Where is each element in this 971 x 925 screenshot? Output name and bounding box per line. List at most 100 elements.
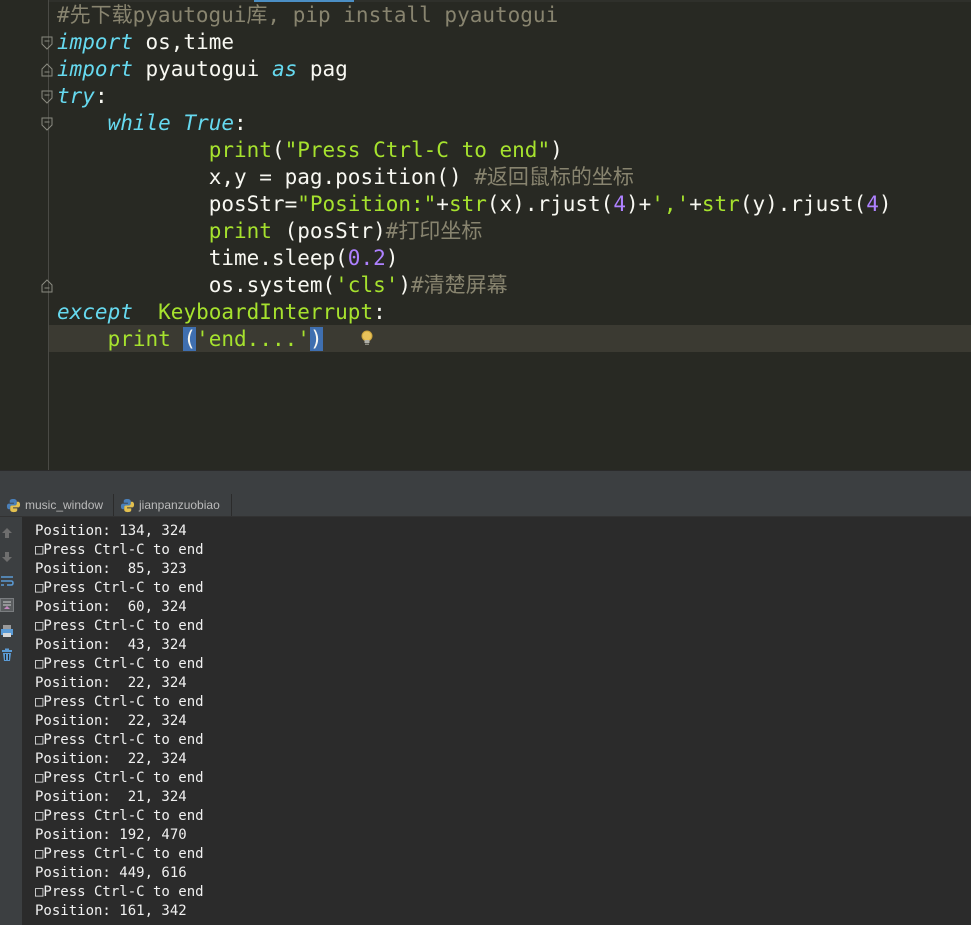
code-token: ): [309, 327, 323, 351]
console-line: □Press Ctrl-C to end: [35, 580, 204, 596]
python-icon: [6, 498, 21, 512]
run-console[interactable]: Position: 134, 324 □Press Ctrl-C to end Po…: [23, 517, 971, 925]
code-token: os,time: [132, 30, 235, 54]
console-line: □Press Ctrl-C to end: [35, 808, 204, 824]
console-line: □Press Ctrl-C to end: [35, 846, 204, 862]
fold-icon[interactable]: [41, 63, 53, 77]
code-token: )+: [625, 192, 652, 216]
code-token: import: [57, 57, 133, 81]
console-line: Position: 22, 324: [35, 713, 187, 729]
code-token: time.sleep(: [57, 246, 348, 270]
code-token: #先下载pyautogui库, pip install pyautogui: [57, 3, 559, 27]
console-line: Position: 21, 324: [35, 789, 187, 805]
code-line[interactable]: except KeyboardInterrupt:: [57, 299, 892, 326]
code-token: :: [94, 84, 108, 108]
code-token: ): [878, 192, 892, 216]
console-line: □Press Ctrl-C to end: [35, 618, 204, 634]
code-token: (: [271, 138, 285, 162]
code-line[interactable]: try:: [57, 83, 892, 110]
code-token: print: [208, 219, 272, 243]
console-line: Position: 449, 616: [35, 865, 187, 881]
run-tab-label: jianpanzuobiao: [139, 498, 220, 512]
code-token: #打印坐标: [385, 219, 483, 243]
code-editor[interactable]: #先下载pyautogui库, pip install pyautogui imp…: [0, 0, 971, 470]
lightbulb-icon[interactable]: [360, 329, 374, 347]
fold-icon[interactable]: [41, 90, 53, 104]
arrow-down-icon[interactable]: [0, 549, 14, 563]
console-line: □Press Ctrl-C to end: [35, 542, 204, 558]
code-line[interactable]: time.sleep(0.2): [57, 245, 892, 272]
code-token: pyautogui: [132, 57, 272, 81]
panel-splitter[interactable]: [0, 470, 971, 495]
code-token: "Press Ctrl-C to end": [284, 138, 551, 162]
code-token: 4: [866, 192, 879, 216]
code-line[interactable]: print ('end....'): [57, 326, 892, 353]
run-tab-music-window[interactable]: music_window: [0, 494, 114, 516]
arrow-up-icon[interactable]: [0, 525, 14, 539]
code-token: :: [373, 300, 386, 324]
code-token: ): [550, 138, 563, 162]
fold-icon[interactable]: [41, 117, 53, 131]
soft-wrap-icon[interactable]: [0, 573, 14, 587]
code-token: pag: [297, 57, 348, 81]
print-icon[interactable]: [0, 623, 14, 637]
console-line: Position: 134, 324: [35, 523, 187, 539]
code-token: 'end....': [196, 327, 310, 351]
code-lines[interactable]: #先下载pyautogui库, pip install pyautogui imp…: [57, 2, 892, 353]
code-line[interactable]: posStr="Position:"+str(x).rjust(4)+','+s…: [57, 191, 892, 218]
code-token: as: [271, 57, 298, 81]
code-token: os.system(: [57, 273, 336, 297]
console-line: Position: 22, 324: [35, 675, 187, 691]
code-line[interactable]: x,y = pag.position() #返回鼠标的坐标: [57, 164, 892, 191]
code-token: except: [57, 300, 133, 324]
code-token: print: [208, 138, 272, 162]
run-tab-bar: music_window jianpanzuobiao: [0, 494, 971, 517]
fold-icon[interactable]: [41, 36, 53, 50]
code-token: +: [436, 192, 449, 216]
code-token: posStr=: [57, 192, 298, 216]
code-line[interactable]: while True:: [57, 110, 892, 137]
code-token: ',': [651, 192, 690, 216]
trash-icon[interactable]: [0, 647, 14, 661]
code-token: import: [57, 30, 133, 54]
code-token: (posStr): [271, 219, 386, 243]
code-token: True: [183, 111, 235, 135]
console-line: Position: 22, 324: [35, 751, 187, 767]
code-token: +: [689, 192, 702, 216]
run-toolbar: [0, 517, 23, 925]
fold-icon[interactable]: [41, 279, 53, 293]
console-line: □Press Ctrl-C to end: [35, 770, 204, 786]
code-line[interactable]: import pyautogui as pag: [57, 56, 892, 83]
code-token: ): [398, 273, 412, 297]
console-line: Position: 192, 470: [35, 827, 187, 843]
code-line[interactable]: print("Press Ctrl-C to end"): [57, 137, 892, 164]
code-token: :: [234, 111, 247, 135]
code-token: while: [107, 111, 171, 135]
code-token: #清楚屏幕: [411, 273, 508, 297]
code-token: 0.2: [347, 246, 386, 270]
code-token: (): [436, 165, 475, 189]
code-token: KeyboardInterrupt: [158, 300, 374, 324]
scroll-to-end-icon[interactable]: [0, 597, 14, 612]
code-token: #返回鼠标的坐标: [474, 165, 634, 189]
code-token: str: [448, 192, 487, 216]
run-tab-jianpanzuobiao[interactable]: jianpanzuobiao: [114, 494, 232, 516]
code-token: position: [335, 165, 437, 189]
code-token: x,y = pag.: [57, 165, 336, 189]
python-icon: [120, 498, 135, 512]
code-token: print: [107, 327, 171, 351]
console-line: □Press Ctrl-C to end: [35, 732, 204, 748]
console-line: □Press Ctrl-C to end: [35, 656, 204, 672]
code-token: (y).rjust(: [739, 192, 867, 216]
code-token: "Position:": [297, 192, 437, 216]
code-line[interactable]: os.system('cls')#清楚屏幕: [57, 272, 892, 299]
code-token: str: [701, 192, 740, 216]
code-line[interactable]: print (posStr)#打印坐标: [57, 218, 892, 245]
code-line[interactable]: #先下载pyautogui库, pip install pyautogui: [57, 2, 892, 29]
code-line[interactable]: import os,time: [57, 29, 892, 56]
console-line: Position: 85, 323: [35, 561, 187, 577]
